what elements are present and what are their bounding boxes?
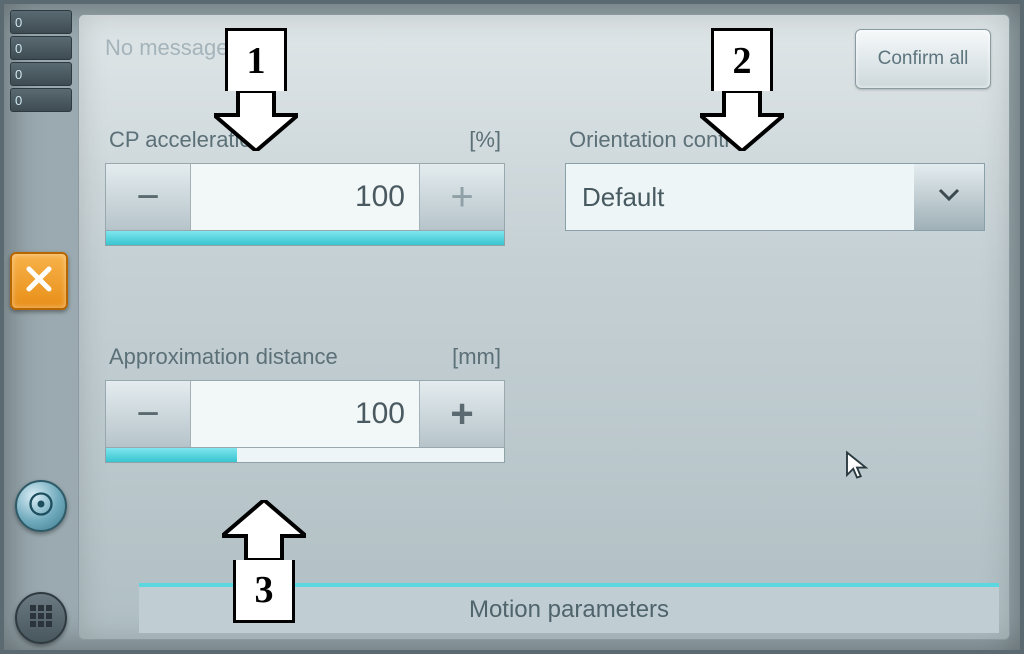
status-badge-cluster: 0 0 0 0 — [10, 10, 72, 112]
minus-icon: − — [136, 175, 159, 220]
mouse-cursor-icon — [844, 450, 870, 480]
cp-acceleration-bar-fill — [106, 231, 504, 245]
cp-acceleration-stepper: − 100 + — [105, 163, 505, 231]
status-value: 0 — [15, 15, 22, 30]
cp-acceleration-unit: [%] — [469, 127, 501, 153]
cp-acceleration-label: CP acceleration — [109, 127, 264, 153]
approximation-distance-value[interactable]: 100 — [191, 381, 419, 447]
bottom-tab-title: Motion parameters — [469, 596, 669, 624]
plus-icon: + — [450, 392, 473, 437]
params-row-1: CP acceleration [%] − 100 + — [105, 99, 991, 246]
cp-acceleration-decrement[interactable]: − — [106, 164, 191, 230]
orientation-control-label: Orientation control — [569, 127, 749, 153]
params-row-2: Approximation distance [mm] − 100 + — [105, 316, 991, 463]
confirm-all-label: Confirm all — [878, 48, 969, 70]
approximation-distance-unit: [mm] — [452, 344, 501, 370]
approximation-distance-stepper: − 100 + — [105, 380, 505, 448]
status-badge: 0 — [10, 10, 72, 34]
grip-button[interactable] — [15, 592, 67, 644]
status-badge: 0 — [10, 36, 72, 60]
screen-frame: 0 0 0 0 — [4, 4, 1020, 650]
status-value: 0 — [15, 67, 22, 82]
settings-button[interactable] — [15, 480, 67, 532]
confirm-all-button[interactable]: Confirm all — [855, 29, 991, 89]
orientation-control-toggle[interactable] — [914, 164, 984, 230]
left-rail: 0 0 0 0 — [10, 10, 72, 644]
orientation-control-value: Default — [566, 164, 914, 230]
cp-acceleration-increment[interactable]: + — [419, 164, 504, 230]
approximation-distance-bar — [105, 448, 505, 463]
close-button[interactable] — [10, 252, 68, 310]
minus-icon: − — [136, 392, 159, 437]
group-header: Approximation distance [mm] — [105, 344, 505, 370]
status-value: 0 — [15, 93, 22, 108]
status-badge: 0 — [10, 88, 72, 112]
bottom-tab[interactable]: Motion parameters — [139, 583, 999, 633]
approximation-distance-increment[interactable]: + — [419, 381, 504, 447]
gear-icon — [27, 490, 55, 523]
plus-icon: + — [450, 175, 473, 220]
approximation-distance-group: Approximation distance [mm] − 100 + — [105, 316, 505, 463]
approximation-distance-decrement[interactable]: − — [106, 381, 191, 447]
top-bar: No messages Confirm all — [105, 29, 991, 99]
group-header: CP acceleration [%] — [105, 127, 505, 153]
cp-acceleration-bar — [105, 231, 505, 246]
group-header: Orientation control — [565, 127, 985, 153]
orientation-control-dropdown[interactable]: Default — [565, 163, 985, 231]
approximation-distance-label: Approximation distance — [109, 344, 338, 370]
cp-acceleration-group: CP acceleration [%] − 100 + — [105, 99, 505, 246]
grip-icon — [26, 601, 56, 636]
chevron-down-icon — [938, 188, 960, 207]
status-badge: 0 — [10, 62, 72, 86]
close-icon — [24, 264, 54, 299]
orientation-control-group: Orientation control Default — [565, 99, 985, 246]
main-panel: No messages Confirm all CP acceleration … — [78, 14, 1010, 640]
status-value: 0 — [15, 41, 22, 56]
approximation-distance-bar-fill — [106, 448, 237, 462]
cp-acceleration-value[interactable]: 100 — [191, 164, 419, 230]
